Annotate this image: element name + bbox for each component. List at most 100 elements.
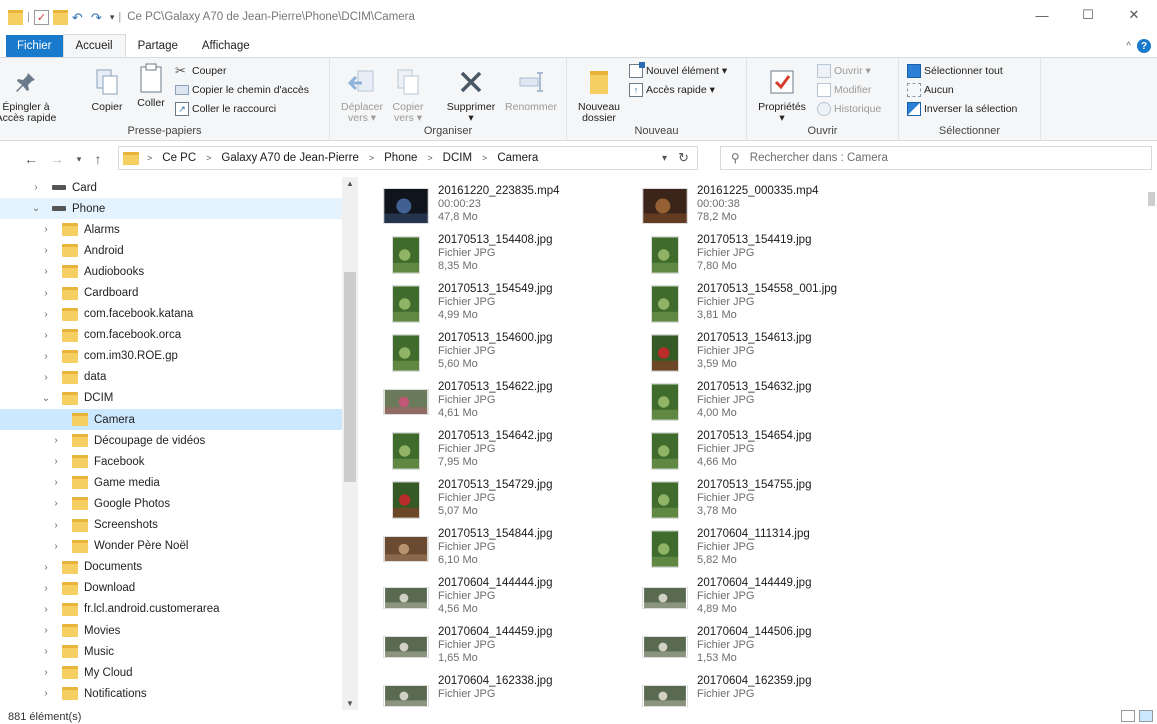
chevron-right-icon[interactable]: › [40,245,52,256]
tree-item[interactable]: Camera [0,409,358,431]
help-icon[interactable]: ? [1137,39,1151,53]
chevron-right-icon[interactable]: › [40,583,52,594]
forward-button[interactable]: → [44,151,70,167]
easy-access-button[interactable]: ↑ Accès rapide ▾ [629,81,715,99]
details-view-icon[interactable] [1121,710,1135,722]
tree-item[interactable]: › Audiobooks [0,261,358,282]
file-tile[interactable]: 20170513_154729.jpg Fichier JPG 5,07 Mo [378,477,633,526]
tree-item[interactable]: › com.facebook.katana [0,304,358,325]
breadcrumb-this-pc[interactable]: Ce PC [160,152,198,164]
chevron-right-icon[interactable]: › [40,646,52,657]
copy-button[interactable]: Copier [88,66,126,113]
tree-item[interactable]: › Facebook [0,451,358,472]
properties-button[interactable]: Propriétés ▾ [753,66,811,124]
file-tile[interactable]: 20170604_162338.jpg Fichier JPG [378,673,633,710]
large-icons-view-icon[interactable] [1139,710,1153,722]
chevron-right-icon[interactable]: › [40,351,52,362]
tree-item[interactable]: › Wonder Père Noël [0,536,358,557]
tree-item[interactable]: ⌄ DCIM [0,388,358,409]
file-tile[interactable]: 20170513_154558_001.jpg Fichier JPG 3,81… [637,281,892,330]
scrollbar-thumb[interactable] [1148,192,1155,206]
file-tile[interactable]: 20170513_154622.jpg Fichier JPG 4,61 Mo [378,379,633,428]
properties-check-icon[interactable]: ✓ [33,9,49,25]
address-bar[interactable]: > Ce PC > Galaxy A70 de Jean-Pierre > Ph… [118,146,698,170]
file-tile[interactable]: 20170513_154408.jpg Fichier JPG 8,35 Mo [378,232,633,281]
file-tile[interactable]: 20170604_144459.jpg Fichier JPG 1,65 Mo [378,624,633,673]
chevron-right-icon[interactable]: › [40,309,52,320]
chevron-right-icon[interactable]: > [202,153,215,163]
chevron-right-icon[interactable]: › [50,498,62,509]
tree-item[interactable]: › fr.lcl.android.customerarea [0,599,358,620]
scrollbar-thumb[interactable] [344,272,356,482]
edit-button[interactable]: Modifier [817,81,871,99]
tree-item[interactable]: › Cardboard [0,282,358,303]
file-tile[interactable]: 20170513_154755.jpg Fichier JPG 3,78 Mo [637,477,892,526]
rename-button[interactable]: Renommer [502,66,560,113]
file-tile[interactable]: 20170513_154654.jpg Fichier JPG 4,66 Mo [637,428,892,477]
chevron-right-icon[interactable]: › [50,435,62,446]
file-tile[interactable]: 20170604_111314.jpg Fichier JPG 5,82 Mo [637,526,892,575]
chevron-right-icon[interactable]: > [478,153,491,163]
file-tile[interactable]: 20170604_144506.jpg Fichier JPG 1,53 Mo [637,624,892,673]
breadcrumb-phone[interactable]: Phone [382,152,419,164]
up-button[interactable]: ↑ [88,151,108,167]
file-tile[interactable]: 20170513_154613.jpg Fichier JPG 3,59 Mo [637,330,892,379]
undo-icon[interactable]: ↶ [72,10,87,25]
cut-button[interactable]: ✂ Couper [175,62,226,80]
paste-shortcut-button[interactable]: ↗ Coller le raccourci [175,100,276,118]
minimize-button[interactable]: — [1019,0,1065,30]
new-folder-icon[interactable] [52,9,68,25]
file-tile[interactable]: 20170513_154600.jpg Fichier JPG 5,60 Mo [378,330,633,379]
new-folder-button[interactable]: Nouveau dossier [571,66,627,124]
chevron-right-icon[interactable]: › [40,288,52,299]
chevron-right-icon[interactable]: › [40,224,52,235]
file-tile[interactable]: 20170604_144449.jpg Fichier JPG 4,89 Mo [637,575,892,624]
tree-item[interactable]: › Download [0,578,358,599]
tab-fichier[interactable]: Fichier [6,35,63,57]
chevron-down-icon[interactable]: ⌄ [30,203,42,214]
chevron-right-icon[interactable]: › [50,456,62,467]
file-tile[interactable]: 20170513_154844.jpg Fichier JPG 6,10 Mo [378,526,633,575]
tree-item[interactable]: › Google Photos [0,493,358,514]
redo-icon[interactable]: ↷ [91,10,106,25]
chevron-down-icon[interactable]: ⌄ [40,393,52,404]
collapse-ribbon-icon[interactable]: ^ [1126,41,1131,52]
open-button[interactable]: Ouvrir ▾ [817,62,871,80]
chevron-right-icon[interactable]: > [365,153,378,163]
tree-item[interactable]: › Notifications [0,683,358,704]
customize-toolbar-icon[interactable]: ▾ [110,12,115,23]
tree-item[interactable]: › com.im30.ROE.gp [0,346,358,367]
copy-to-button[interactable]: Copier vers ▾ [388,66,428,124]
tree-item[interactable]: › Alarms [0,219,358,240]
tree-item[interactable]: › Music [0,641,358,662]
delete-button[interactable]: Supprimer ▾ [442,66,500,124]
back-button[interactable]: ← [18,151,44,167]
tree-item[interactable]: › Découpage de vidéos [0,430,358,451]
file-tile[interactable]: 20170513_154642.jpg Fichier JPG 7,95 Mo [378,428,633,477]
file-tile[interactable]: 20170604_144444.jpg Fichier JPG 4,56 Mo [378,575,633,624]
chevron-right-icon[interactable]: › [40,330,52,341]
close-button[interactable]: ✕ [1111,0,1157,30]
move-to-button[interactable]: Déplacer vers ▾ [340,66,384,124]
content-scrollbar[interactable] [1145,177,1157,710]
new-item-button[interactable]: Nouvel élément ▾ [629,62,727,80]
breadcrumb-device[interactable]: Galaxy A70 de Jean-Pierre [219,152,360,164]
maximize-button[interactable]: ☐ [1065,0,1111,30]
chevron-right-icon[interactable]: › [50,541,62,552]
recent-locations-button[interactable]: ▾ [70,154,88,165]
chevron-right-icon[interactable]: › [30,182,42,193]
tab-partage[interactable]: Partage [126,35,190,57]
scroll-down-arrow[interactable]: ▼ [342,699,358,708]
tab-accueil[interactable]: Accueil [62,34,126,57]
invert-selection-button[interactable]: Inverser la sélection [907,100,1017,118]
chevron-right-icon[interactable]: › [40,372,52,383]
tab-affichage[interactable]: Affichage [190,35,262,57]
tree-item[interactable]: › Card [0,177,358,198]
chevron-right-icon[interactable]: › [40,667,52,678]
tree-item[interactable]: › Documents [0,557,358,578]
tree-item[interactable]: › My Cloud [0,662,358,683]
chevron-right-icon[interactable]: › [50,520,62,531]
chevron-right-icon[interactable]: > [143,153,156,163]
scroll-up-arrow[interactable]: ▲ [342,179,358,188]
search-input[interactable]: ⚲ Rechercher dans : Camera [720,146,1152,170]
